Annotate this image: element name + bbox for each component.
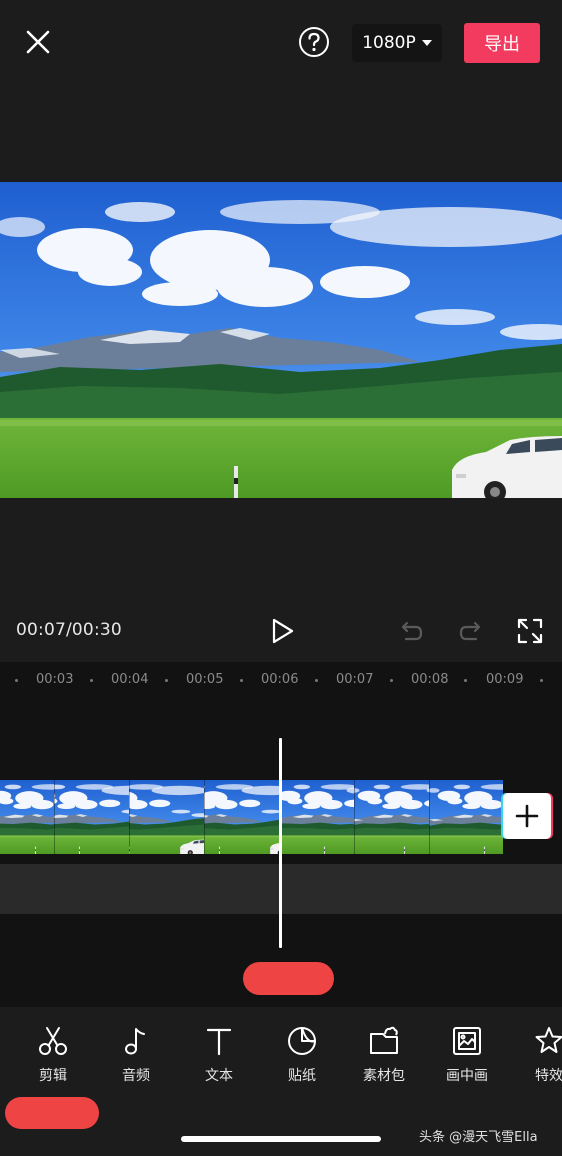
undo-icon <box>401 621 423 641</box>
material-pack-icon <box>370 1026 398 1054</box>
close-button[interactable] <box>20 24 56 60</box>
redo-icon <box>459 621 481 641</box>
tool-label: 剪辑 <box>39 1068 67 1084</box>
ruler-dot <box>464 679 467 682</box>
export-button[interactable]: 导出 <box>464 23 540 63</box>
ruler-dot <box>390 679 393 682</box>
music-note-icon <box>125 1028 145 1055</box>
help-button[interactable] <box>298 26 330 58</box>
scissors-icon <box>39 1027 67 1055</box>
tool-material-pack[interactable]: 素材包 <box>349 1025 419 1085</box>
frame-divider <box>54 780 55 854</box>
ruler-dot <box>15 679 18 682</box>
frame-divider <box>129 780 130 854</box>
plus-icon <box>515 804 539 828</box>
clip-thumbnail <box>0 780 55 854</box>
tool-label: 音频 <box>122 1068 150 1084</box>
play-button[interactable] <box>268 617 296 645</box>
ruler-tick: 00:04 <box>111 672 149 687</box>
frame-divider <box>204 780 205 854</box>
tool-effects[interactable]: 特效 <box>514 1025 562 1085</box>
caret-down-icon <box>421 40 432 46</box>
tool-sticker[interactable]: 贴纸 <box>267 1025 337 1085</box>
tool-label: 文本 <box>205 1068 233 1084</box>
home-indicator[interactable] <box>181 1136 381 1142</box>
time-ruler: 00:03 00:04 00:05 00:06 00:07 00:08 00:0… <box>0 668 562 694</box>
clip-thumbnail <box>129 780 204 854</box>
redaction-mark <box>5 1097 99 1129</box>
video-preview[interactable] <box>0 182 562 498</box>
ruler-tick: 00:08 <box>411 672 449 687</box>
ruler-dot <box>540 679 543 682</box>
tool-label: 画中画 <box>446 1068 488 1084</box>
preview-frame <box>0 182 562 498</box>
clip-thumbnail <box>429 780 503 854</box>
resolution-dropdown[interactable]: 1080P <box>352 24 442 62</box>
undo-button[interactable] <box>398 619 424 645</box>
text-icon <box>206 1028 232 1056</box>
resolution-value: 1080P <box>362 33 416 53</box>
tool-picture-in-picture[interactable]: 画中画 <box>432 1025 502 1085</box>
ruler-dot <box>315 679 318 682</box>
fullscreen-button[interactable] <box>516 617 544 645</box>
ruler-tick: 00:09 <box>486 672 524 687</box>
close-icon <box>26 30 50 54</box>
ruler-tick: 00:05 <box>186 672 224 687</box>
video-clip-track[interactable] <box>0 780 503 854</box>
time-display: 00:07/00:30 <box>16 620 122 640</box>
ruler-dot <box>240 679 243 682</box>
picture-in-picture-icon <box>453 1027 481 1055</box>
sticker-icon <box>288 1027 316 1055</box>
ruler-dot <box>165 679 168 682</box>
frame-divider <box>354 780 355 854</box>
tool-label: 特效 <box>535 1068 562 1084</box>
tool-audio[interactable]: 音频 <box>101 1025 171 1085</box>
star-effects-icon <box>535 1027 562 1053</box>
question-circle-icon <box>299 27 329 57</box>
export-label: 导出 <box>484 34 520 55</box>
ruler-dot <box>90 679 93 682</box>
watermark-text: 头条 @漫天飞雪Ella <box>419 1130 538 1145</box>
tool-label: 素材包 <box>363 1068 405 1084</box>
clip-thumbnail <box>279 780 354 854</box>
fullscreen-icon <box>517 618 543 644</box>
clip-thumbnail <box>54 780 129 854</box>
clip-thumbnail <box>204 780 279 854</box>
bottom-toolbar: 剪辑 音频 文本 贴纸 素材包 画中画 特效 <box>0 1025 562 1091</box>
redo-button[interactable] <box>458 619 484 645</box>
ruler-tick: 00:07 <box>336 672 374 687</box>
play-icon <box>272 618 294 644</box>
redaction-mark <box>243 962 334 995</box>
frame-divider <box>429 780 430 854</box>
tool-cut[interactable]: 剪辑 <box>18 1025 88 1085</box>
playhead[interactable] <box>279 738 282 948</box>
ruler-tick: 00:06 <box>261 672 299 687</box>
ruler-tick: 00:03 <box>36 672 74 687</box>
clip-thumbnail <box>354 780 429 854</box>
add-clip-button[interactable] <box>503 793 551 839</box>
tool-label: 贴纸 <box>288 1068 316 1084</box>
tool-text[interactable]: 文本 <box>184 1025 254 1085</box>
